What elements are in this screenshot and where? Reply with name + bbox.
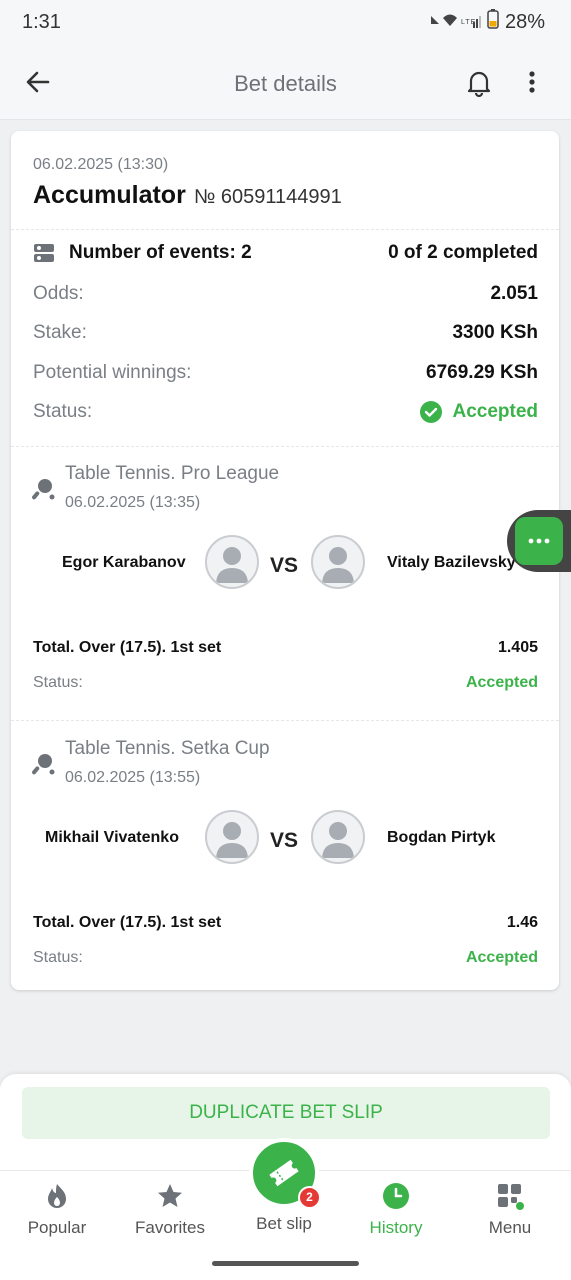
bet-heading: Accumulator № 60591144991 xyxy=(33,181,342,210)
status-bar: 1:31 LTE 28% xyxy=(0,0,571,44)
app-bar: Bet details xyxy=(0,44,571,120)
event-status: Accepted xyxy=(465,674,538,691)
nav-item-favorites[interactable]: Favorites xyxy=(115,1182,225,1238)
chat-dots-icon xyxy=(515,517,563,565)
event-status-row: Status: Accepted xyxy=(33,674,538,692)
bet-type: Accumulator xyxy=(33,181,186,209)
check-circle-icon xyxy=(420,401,443,423)
bet-date: 06.02.2025 (13:30) xyxy=(33,156,169,173)
bell-icon[interactable] xyxy=(463,66,495,98)
bet-status: Accepted xyxy=(452,401,538,422)
fire-icon xyxy=(43,1182,71,1210)
nav-label: History xyxy=(369,1218,423,1237)
battery-icon xyxy=(487,9,499,35)
nav-label: Popular xyxy=(27,1218,87,1237)
stake-row: Stake: 3300 KSh xyxy=(33,322,538,344)
vs-label: VS xyxy=(270,554,299,577)
bet-number: № 60591144991 xyxy=(193,186,342,208)
player-away: Bogdan Pirtyk xyxy=(387,829,496,846)
event-pick: Total. Over (17.5). 1st set 1.405 xyxy=(33,639,538,657)
table-tennis-icon xyxy=(31,477,55,501)
divider xyxy=(11,229,559,230)
stake-value: 3300 KSh xyxy=(452,322,538,343)
player-home: Mikhail Vivatenko xyxy=(45,829,179,846)
event-date: 06.02.2025 (13:35) xyxy=(65,494,201,511)
pick-market: Total. Over (17.5). 1st set xyxy=(33,639,222,656)
odds-label: Odds: xyxy=(33,283,84,304)
avatar xyxy=(311,535,365,589)
avatar xyxy=(311,810,365,864)
battery-percent: 28% xyxy=(504,10,545,33)
status-label: Status: xyxy=(33,401,93,422)
winnings-label: Potential winnings: xyxy=(33,362,192,383)
event-date: 06.02.2025 (13:55) xyxy=(65,769,201,786)
ticket-icon xyxy=(267,1156,301,1195)
winnings-row: Potential winnings: 6769.29 KSh xyxy=(33,362,538,384)
duplicate-bet-slip-button[interactable]: DUPLICATE BET SLIP xyxy=(22,1087,550,1139)
avatar xyxy=(205,810,259,864)
star-icon xyxy=(156,1182,184,1210)
divider xyxy=(11,446,559,447)
events-count: Number of events: 2 xyxy=(69,242,252,263)
divider xyxy=(11,720,559,721)
more-vert-icon[interactable] xyxy=(520,66,544,98)
nav-label: Menu xyxy=(488,1218,532,1237)
avatar xyxy=(205,535,259,589)
event-status: Accepted xyxy=(465,949,538,966)
status-icons: LTE 28% xyxy=(429,9,545,35)
grid-icon xyxy=(496,1182,524,1210)
home-indicator xyxy=(212,1261,359,1266)
nav-item-popular[interactable]: Popular xyxy=(2,1182,112,1238)
winnings-value: 6769.29 KSh xyxy=(426,362,538,383)
signal-icon: LTE xyxy=(429,12,481,33)
odds-value: 2.051 xyxy=(490,283,538,304)
event-league: Table Tennis. Pro League xyxy=(65,463,280,484)
nav-label: Favorites xyxy=(135,1218,205,1237)
clock-icon xyxy=(382,1182,410,1210)
events-completed: 0 of 2 completed xyxy=(388,242,538,263)
player-home: Egor Karabanov xyxy=(62,554,186,571)
event-league: Table Tennis. Setka Cup xyxy=(65,738,270,759)
stake-label: Stake: xyxy=(33,322,87,343)
status-time: 1:31 xyxy=(22,10,61,33)
event-status-label: Status: xyxy=(33,674,83,691)
odds-row: Odds: 2.051 xyxy=(33,283,538,305)
pick-market: Total. Over (17.5). 1st set xyxy=(33,914,222,931)
pick-odds: 1.46 xyxy=(506,914,538,931)
event-pick: Total. Over (17.5). 1st set 1.46 xyxy=(33,914,538,932)
nav-item-menu[interactable]: Menu xyxy=(455,1182,565,1238)
toggle-icon xyxy=(33,242,55,264)
table-tennis-icon xyxy=(31,752,55,776)
nav-item-history[interactable]: History xyxy=(341,1182,451,1238)
nav-label: Bet slip xyxy=(256,1214,312,1233)
bet-slip-badge: 2 xyxy=(298,1186,321,1209)
pick-odds: 1.405 xyxy=(497,639,538,656)
vs-label: VS xyxy=(270,829,299,852)
chat-button[interactable] xyxy=(507,510,571,572)
status-row: Status: Accepted xyxy=(33,401,538,423)
events-row: Number of events: 2 0 of 2 completed xyxy=(33,242,538,264)
event-status-label: Status: xyxy=(33,949,83,966)
player-away: Vitaly Bazilevsky xyxy=(387,554,516,571)
event-status-row: Status: Accepted xyxy=(33,949,538,967)
